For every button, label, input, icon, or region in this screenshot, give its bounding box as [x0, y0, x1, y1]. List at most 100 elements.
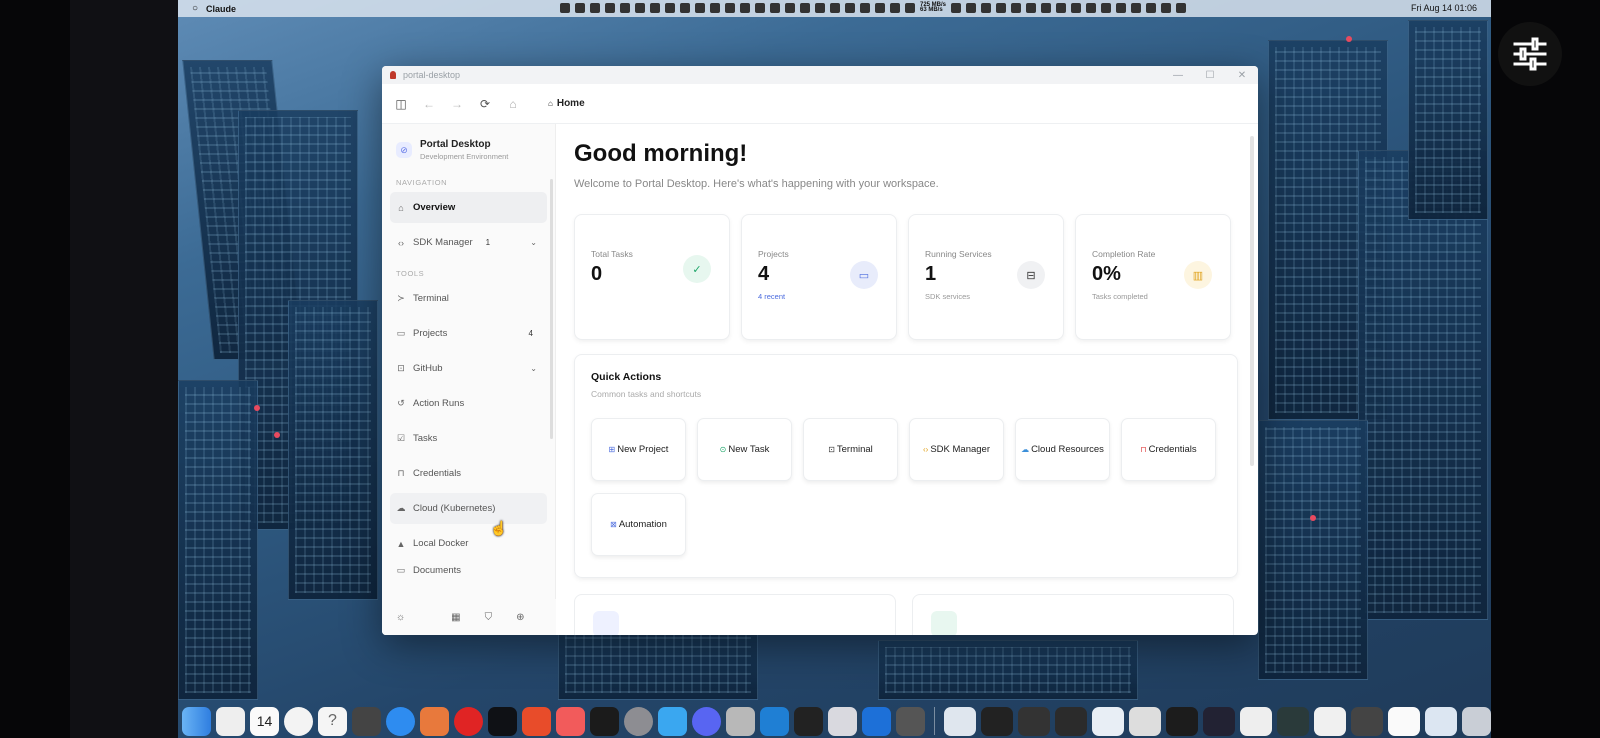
chevron-down-icon[interactable]: ⌄ [530, 364, 537, 373]
sidebar-item-label: GitHub [413, 363, 443, 374]
left-shadow [70, 0, 178, 738]
recent-projects-card[interactable] [574, 594, 896, 635]
window-thumb-13[interactable] [1388, 706, 1420, 736]
close-button[interactable]: ✕ [1226, 66, 1258, 84]
automation-button[interactable]: ⊠ Automation [591, 493, 686, 556]
window-thumb-3[interactable] [1018, 706, 1050, 736]
home-icon[interactable]: ⌂ [506, 97, 520, 111]
launchpad-icon[interactable] [216, 706, 245, 736]
sidebar-scrollbar[interactable] [550, 179, 553, 439]
sidebar-item-action-runs[interactable]: ↺ Action Runs [390, 388, 547, 419]
help-icon[interactable]: ? [318, 706, 347, 736]
refresh-icon[interactable]: ⟳ [478, 97, 492, 111]
safari-icon[interactable] [386, 706, 415, 736]
workspace-icon: ⊘ [396, 142, 412, 158]
window-thumb-5[interactable] [1092, 706, 1124, 736]
screen: ○ Claude 725 MB/s 63 MB/s Fri Aug 14 01:0… [0, 0, 1600, 738]
stat-sub: Tasks completed [1092, 292, 1148, 301]
terminal-button[interactable]: ⊡ Terminal [803, 418, 898, 481]
stat-card-total-tasks[interactable]: Total Tasks 0 ✓ [574, 214, 730, 340]
window-thumb-1[interactable] [944, 706, 976, 736]
toolbar: ◫ ← → ⟳ ⌂ ⌂ Home [382, 84, 1258, 124]
app-box-icon[interactable] [352, 706, 381, 736]
window-thumb-8[interactable] [1203, 706, 1235, 736]
window-titlebar[interactable]: portal-desktop — ☐ ✕ [382, 66, 1258, 84]
vscode-icon[interactable] [760, 706, 789, 736]
sidebar-item-credentials[interactable]: ⊓ Credentials [390, 458, 547, 489]
rocket-icon[interactable] [556, 706, 585, 736]
sidebar: ⊘ Portal Desktop Development Environment… [382, 124, 556, 635]
maximize-button[interactable]: ☐ [1194, 66, 1226, 84]
clock-icon[interactable] [284, 706, 313, 736]
minimize-button[interactable]: — [1162, 66, 1194, 84]
chevron-down-icon[interactable]: ⌄ [530, 238, 537, 247]
calendar-icon[interactable]: 14 [250, 706, 279, 736]
discord-icon[interactable] [692, 706, 721, 736]
claude-icon[interactable] [420, 706, 449, 736]
menubar-app-name[interactable]: Claude [206, 4, 236, 14]
sidebar-item-overview[interactable]: ⌂ Overview [390, 192, 547, 223]
window-thumb-10[interactable] [1277, 706, 1309, 736]
right-letterbox [1491, 0, 1600, 738]
recent-tasks-card[interactable] [912, 594, 1234, 635]
section-navigation: NAVIGATION [396, 178, 448, 187]
breadcrumb[interactable]: ⌂ Home [548, 98, 585, 109]
sliders-icon [1513, 37, 1547, 71]
stat-card-running-services[interactable]: Running Services 1 SDK services ⊟ [908, 214, 1064, 340]
robot-icon[interactable] [522, 706, 551, 736]
terminal-app-icon[interactable] [590, 706, 619, 736]
sidebar-item-cloud-kubernetes[interactable]: ☁ Cloud (Kubernetes) [390, 493, 547, 524]
keynote-icon[interactable] [862, 706, 891, 736]
window-thumb-9[interactable] [1240, 706, 1272, 736]
board-icon[interactable]: ▦ [451, 612, 460, 623]
back-arrow-icon[interactable]: ← [422, 97, 436, 111]
apple-menu-icon[interactable]: ○ [192, 3, 198, 14]
new-project-button[interactable]: ⊞ New Project [591, 418, 686, 481]
sidebar-item-terminal[interactable]: ≻ Terminal [390, 283, 547, 314]
folder-icon: ▭ [396, 328, 406, 338]
finder-icon[interactable] [182, 706, 211, 736]
menubar-clock[interactable]: Fri Aug 14 01:06 [1411, 3, 1477, 13]
photo-app-icon[interactable] [726, 706, 755, 736]
main-scrollbar[interactable] [1250, 136, 1254, 466]
theme-toggle-icon[interactable]: ☼ [396, 612, 405, 623]
app-red-icon[interactable] [454, 706, 483, 736]
cloud-resources-button[interactable]: ☁ Cloud Resources [1015, 418, 1110, 481]
sidebar-item-documents[interactable]: ▭ Documents [390, 563, 547, 581]
new-task-button[interactable]: ⊙ New Task [697, 418, 792, 481]
stat-card-completion-rate[interactable]: Completion Rate 0% Tasks completed ▥ [1075, 214, 1231, 340]
calculator-icon[interactable] [896, 706, 925, 736]
window-thumb-7[interactable] [1166, 706, 1198, 736]
sidebar-item-tasks[interactable]: ☑ Tasks [390, 423, 547, 454]
stat-sub-link[interactable]: 4 recent [758, 292, 880, 301]
rocket-app-icon[interactable] [828, 706, 857, 736]
window-title: portal-desktop [403, 70, 461, 80]
sdk-manager-button[interactable]: ‹› SDK Manager [909, 418, 1004, 481]
window-thumb-11[interactable] [1314, 706, 1346, 736]
icloud-icon[interactable] [658, 706, 687, 736]
credentials-button[interactable]: ⊓ Credentials [1121, 418, 1216, 481]
new-task-icon: ⊙ [719, 445, 727, 454]
workspace-header[interactable]: ⊘ Portal Desktop Development Environment [390, 136, 547, 164]
window-thumb-12[interactable] [1351, 706, 1383, 736]
sidebar-item-local-docker[interactable]: ▲ Local Docker [390, 528, 547, 559]
welcome-text: Welcome to Portal Desktop. Here's what's… [574, 178, 939, 190]
shield-icon[interactable]: ⛉ [485, 612, 493, 623]
window-thumb-2[interactable] [981, 706, 1013, 736]
sidebar-item-sdk-manager[interactable]: ‹› SDK Manager 1 ⌄ [390, 227, 547, 258]
stat-card-projects[interactable]: Projects 4 4 recent ▭ [741, 214, 897, 340]
settings-sliders-button[interactable] [1498, 22, 1562, 86]
sidebar-item-projects[interactable]: ▭ Projects 4 [390, 318, 547, 349]
settings-app-icon[interactable] [624, 706, 653, 736]
prime-video-icon[interactable] [488, 706, 517, 736]
trash-icon[interactable] [1462, 706, 1491, 736]
window-thumb-14[interactable] [1425, 706, 1457, 736]
window-thumb-6[interactable] [1129, 706, 1161, 736]
greeting-heading: Good morning! [574, 140, 748, 167]
activity-monitor-icon[interactable] [794, 706, 823, 736]
sidebar-toggle-icon[interactable]: ◫ [394, 97, 408, 111]
forward-arrow-icon[interactable]: → [450, 97, 464, 111]
sidebar-item-github[interactable]: ⊡ GitHub ⌄ [390, 353, 547, 384]
globe-icon[interactable]: ⊕ [516, 612, 524, 623]
window-thumb-4[interactable] [1055, 706, 1087, 736]
